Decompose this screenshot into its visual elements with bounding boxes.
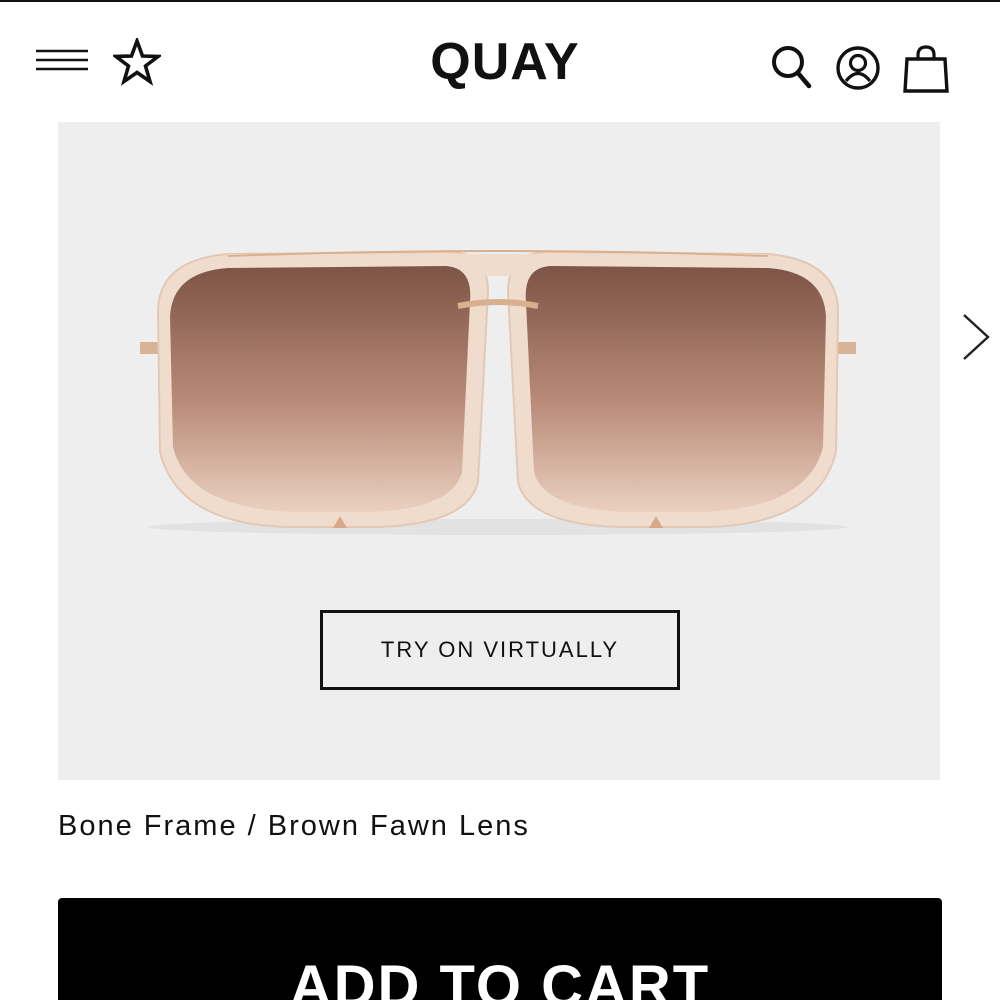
product-gallery[interactable]: TRY ON VIRTUALLY [58,122,940,780]
brand-logo[interactable]: QUAY [380,32,630,92]
search-icon[interactable] [770,44,812,90]
menu-icon[interactable] [36,48,88,74]
product-variant-label: Bone Frame / Brown Fawn Lens [58,810,530,842]
chevron-right-icon[interactable] [960,312,992,362]
product-page: QUAY TRY ON VIRTUALLY Bone Frame / Brown… [0,0,1000,1000]
star-icon[interactable] [113,38,161,86]
account-icon[interactable] [834,44,882,92]
try-on-virtually-button[interactable]: TRY ON VIRTUALLY [320,610,680,690]
shopping-bag-icon[interactable] [902,44,950,94]
top-divider [0,0,1000,2]
add-to-cart-button[interactable]: ADD TO CART [58,898,942,1000]
product-image-sunglasses [140,250,856,535]
